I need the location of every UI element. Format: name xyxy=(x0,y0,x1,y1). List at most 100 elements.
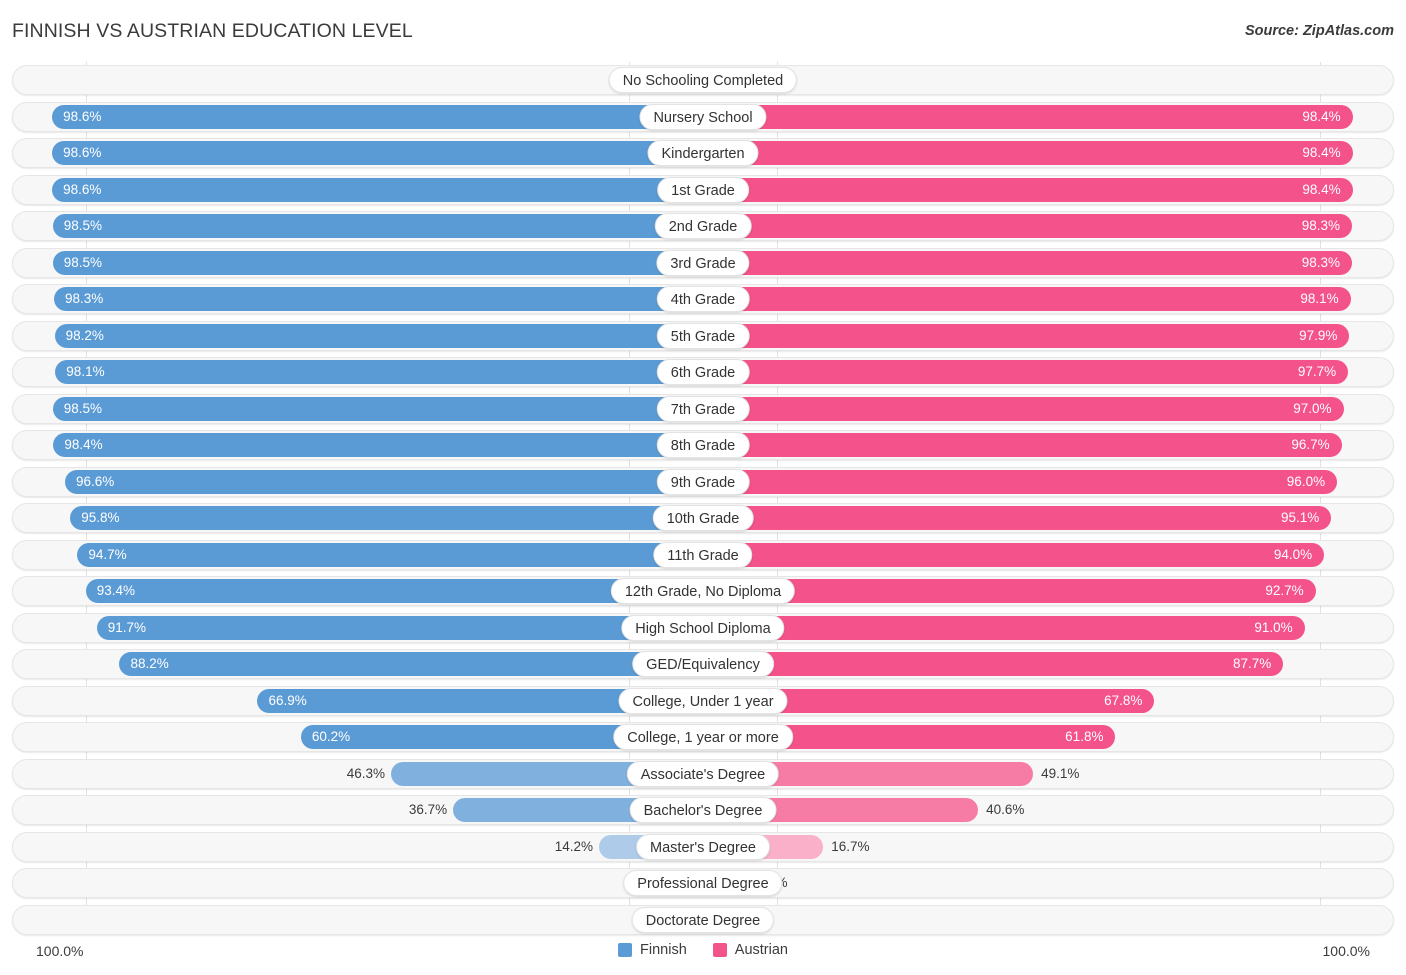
bar-value-finnish: 60.2% xyxy=(311,729,351,744)
category-label[interactable]: 7th Grade xyxy=(656,395,750,422)
bar-finnish[interactable] xyxy=(85,579,691,603)
chart-row: 98.6% 98.4% Nursery School xyxy=(12,101,1394,132)
bar-value-finnish: 96.6% xyxy=(76,473,115,489)
chart-row: 1.5%1.6%No Schooling Completed xyxy=(12,65,1394,95)
bar-value-austrian: 97.9% xyxy=(1299,327,1338,343)
category-label[interactable]: College, Under 1 year xyxy=(618,687,788,714)
category-label[interactable]: 2nd Grade xyxy=(654,213,752,239)
bar-value-finnish: 46.3% xyxy=(346,765,385,781)
bar-value-austrian: 49.1% xyxy=(1041,765,1080,781)
bar-value-finnish: 98.5% xyxy=(63,400,102,416)
category-label[interactable]: 3rd Grade xyxy=(656,249,750,276)
bar-finnish[interactable] xyxy=(55,360,691,384)
chart-row: 98.5% 98.3% 2nd Grade xyxy=(12,211,1394,241)
bar-value-finnish: 98.4% xyxy=(64,437,103,452)
legend-item-finnish[interactable]: Finnish xyxy=(618,942,687,958)
bar-value-finnish: 66.9% xyxy=(268,692,307,708)
bar-finnish[interactable] xyxy=(54,323,691,348)
bar-value-finnish: 94.7% xyxy=(88,546,127,562)
bar-value-finnish: 98.1% xyxy=(66,364,105,379)
bar-finnish[interactable] xyxy=(52,141,691,165)
bar-value-finnish: 98.5% xyxy=(63,254,102,270)
bar-value-austrian: 87.7% xyxy=(1233,656,1272,671)
category-label[interactable]: Master's Degree xyxy=(636,833,770,860)
category-label[interactable]: Kindergarten xyxy=(647,140,759,166)
bar-value-finnish: 98.2% xyxy=(65,327,104,343)
category-label[interactable]: College, 1 year or more xyxy=(613,724,793,750)
bar-value-finnish: 98.6% xyxy=(63,181,102,197)
chart-row: 98.1% 97.7% 6th Grade xyxy=(12,357,1394,387)
bar-value-austrian: 40.6% xyxy=(986,802,1025,817)
legend-item-austrian[interactable]: Austrian xyxy=(712,942,788,958)
legend-swatch-icon xyxy=(712,943,727,957)
legend-swatch-icon xyxy=(618,943,633,957)
chart-row: 4.2%5.2%Professional Degree xyxy=(12,868,1394,898)
bar-value-austrian: 98.1% xyxy=(1300,291,1339,306)
chart-root: FINNISH VS AUSTRIAN EDUCATION LEVEL Sour… xyxy=(0,0,1406,975)
chart-row: 98.5% 97.0% 7th Grade xyxy=(12,393,1394,424)
bar-value-finnish: 36.7% xyxy=(408,802,448,817)
bar-value-finnish: 98.3% xyxy=(65,291,104,306)
chart-row: 98.2% 97.9% 5th Grade xyxy=(12,320,1394,351)
bar-value-austrian: 92.7% xyxy=(1265,583,1304,598)
bar-value-finnish: 98.5% xyxy=(63,218,102,233)
chart-row: 98.3% 98.1% 4th Grade xyxy=(12,284,1394,314)
bar-finnish[interactable] xyxy=(52,250,691,275)
category-label[interactable]: 5th Grade xyxy=(656,322,750,349)
bar-finnish[interactable] xyxy=(52,214,691,238)
category-label[interactable]: Nursery School xyxy=(639,103,767,130)
bar-finnish[interactable] xyxy=(96,615,691,640)
chart-row: 1.8%2.1%Doctorate Degree xyxy=(12,904,1394,935)
category-label[interactable]: 12th Grade, No Diploma xyxy=(610,578,796,604)
bar-finnish[interactable] xyxy=(53,433,691,457)
bar-finnish[interactable] xyxy=(52,396,691,421)
chart-row: 98.6% 98.4% 1st Grade xyxy=(12,174,1394,205)
category-label[interactable]: 9th Grade xyxy=(656,468,750,495)
legend-label: Austrian xyxy=(734,942,788,958)
bar-finnish[interactable] xyxy=(52,177,691,202)
bar-value-austrian: 96.7% xyxy=(1291,437,1330,452)
axis-label-right-max: 100.0% xyxy=(1322,943,1370,959)
chart-plot-area: 1.5%1.6%No Schooling Completed 98.6% 98.4%… xyxy=(0,62,1406,935)
chart-row: 60.2% 61.8% College, 1 year or more xyxy=(12,722,1394,752)
chart-row: 88.2% 87.7% GED/Equivalency xyxy=(12,649,1394,679)
bar-value-austrian: 91.0% xyxy=(1254,619,1293,635)
chart-row: 98.4% 96.7% 8th Grade xyxy=(12,430,1394,460)
chart-row: 98.6% 98.4% Kindergarten xyxy=(12,138,1394,168)
bar-finnish[interactable] xyxy=(65,469,691,494)
category-label[interactable]: 10th Grade xyxy=(652,505,754,531)
bar-finnish[interactable] xyxy=(119,652,691,676)
bar-finnish[interactable] xyxy=(54,287,691,311)
category-label[interactable]: 6th Grade xyxy=(656,359,750,385)
category-label[interactable]: GED/Equivalency xyxy=(632,651,774,677)
legend-label: Finnish xyxy=(640,942,687,958)
category-label[interactable]: No Schooling Completed xyxy=(608,67,798,93)
bar-finnish[interactable] xyxy=(52,104,691,129)
category-label[interactable]: 11th Grade xyxy=(653,541,753,568)
category-label[interactable]: Bachelor's Degree xyxy=(629,797,777,823)
bar-finnish[interactable] xyxy=(70,506,691,530)
chart-row: 95.8% 95.1% 10th Grade xyxy=(12,503,1394,533)
bar-value-austrian: 97.0% xyxy=(1293,400,1332,416)
category-label[interactable]: 8th Grade xyxy=(656,432,750,458)
category-label[interactable]: Professional Degree xyxy=(623,870,783,896)
chart-row: 14.2% 16.7% Master's Degree xyxy=(12,831,1394,862)
category-label[interactable]: Doctorate Degree xyxy=(631,906,775,933)
chart-row: 66.9% 67.8% College, Under 1 year xyxy=(12,685,1394,716)
category-label[interactable]: High School Diploma xyxy=(621,614,785,641)
bar-value-austrian: 96.0% xyxy=(1286,473,1326,489)
chart-legend: Finnish Austrian xyxy=(618,942,788,958)
bar-value-finnish: 93.4% xyxy=(96,583,136,598)
bar-value-austrian: 94.0% xyxy=(1273,546,1313,562)
category-label[interactable]: 1st Grade xyxy=(657,176,749,203)
bar-value-austrian: 98.4% xyxy=(1302,145,1341,160)
axis-label-left-max: 100.0% xyxy=(36,943,84,959)
bar-value-austrian: 95.1% xyxy=(1280,510,1320,525)
category-label[interactable]: 4th Grade xyxy=(656,286,750,312)
bar-finnish[interactable] xyxy=(77,542,691,567)
bar-value-austrian: 98.4% xyxy=(1302,108,1341,124)
category-label[interactable]: Associate's Degree xyxy=(626,760,780,787)
chart-row: 96.6% 96.0% 9th Grade xyxy=(12,466,1394,497)
chart-row: 94.7% 94.0% 11th Grade xyxy=(12,539,1394,570)
chart-footer: 100.0% 100.0% Finnish Austrian xyxy=(0,933,1406,975)
